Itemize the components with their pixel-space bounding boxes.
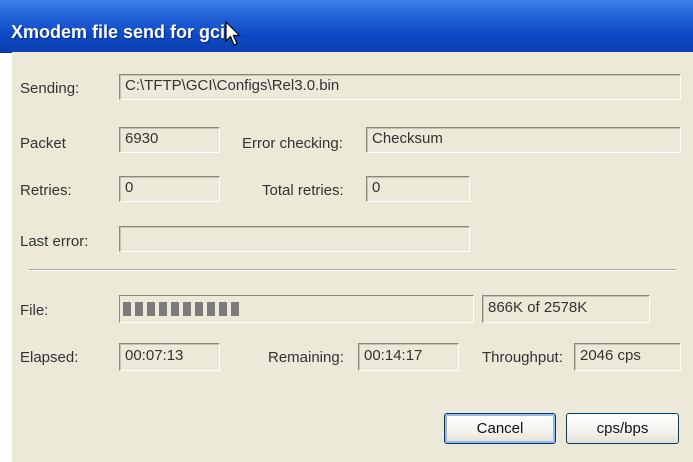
remaining-field: 00:14:17 — [358, 343, 459, 371]
dialog-client-area: Sending: C:\TFTP\GCI\Configs\Rel3.0.bin … — [12, 52, 693, 462]
file-label: File: — [20, 302, 49, 319]
cps-bps-button[interactable]: cps/bps — [566, 413, 679, 444]
progress-segment — [147, 302, 155, 316]
last-error-label: Last error: — [20, 233, 89, 250]
error-checking-label: Error checking: — [242, 135, 343, 152]
total-retries-field: 0 — [366, 176, 470, 202]
remaining-label: Remaining: — [268, 349, 344, 366]
progress-segment — [207, 302, 215, 316]
retries-label: Retries: — [20, 182, 72, 199]
last-error-field — [119, 226, 470, 252]
total-retries-label: Total retries: — [262, 182, 344, 199]
progress-segment — [135, 302, 143, 316]
separator-line — [29, 269, 676, 271]
elapsed-label: Elapsed: — [20, 349, 79, 366]
throughput-field: 2046 cps — [574, 343, 681, 371]
progress-segment — [171, 302, 179, 316]
cancel-button[interactable]: Cancel — [444, 413, 556, 444]
elapsed-field: 00:07:13 — [119, 343, 220, 371]
progress-segment — [195, 302, 203, 316]
window-title: Xmodem file send for gci — [11, 22, 226, 42]
throughput-label: Throughput: — [482, 349, 563, 366]
file-progress-bar — [119, 295, 474, 323]
progress-segment — [231, 302, 239, 316]
packet-field: 6930 — [119, 127, 220, 153]
mouse-pointer-icon — [225, 21, 241, 46]
retries-field: 0 — [119, 176, 220, 202]
progress-segment — [219, 302, 227, 316]
sending-label: Sending: — [20, 80, 80, 97]
progress-segment — [159, 302, 167, 316]
packet-label: Packet — [20, 135, 66, 152]
error-checking-field: Checksum — [366, 127, 681, 153]
xmodem-dialog: Xmodem file send for gci Sending: C:\TFT… — [0, 0, 693, 462]
progress-segment — [183, 302, 191, 316]
sending-field: C:\TFTP\GCI\Configs\Rel3.0.bin — [119, 74, 681, 100]
title-bar[interactable]: Xmodem file send for gci — [0, 0, 693, 53]
progress-segment — [123, 302, 131, 316]
progress-fill — [123, 302, 243, 316]
progress-text-field: 866K of 2578K — [482, 295, 650, 323]
